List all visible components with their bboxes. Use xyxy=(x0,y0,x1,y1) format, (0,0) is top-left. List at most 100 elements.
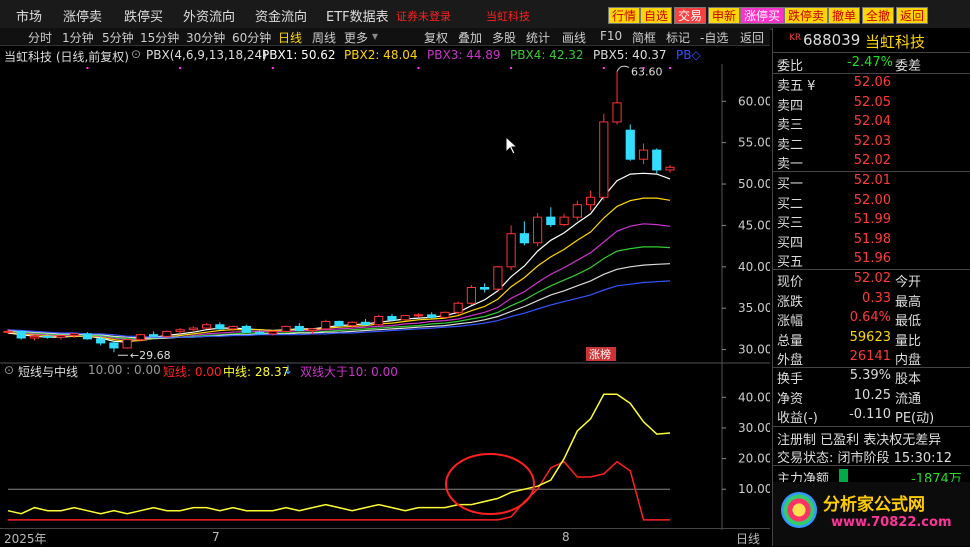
btn-return-top[interactable]: 返回 xyxy=(896,7,929,24)
sub-indicator-panel xyxy=(7,393,671,521)
fin-0-label2: 股本 xyxy=(895,372,922,387)
btn-quote[interactable]: 行情 xyxy=(608,7,641,24)
candle-body-1 xyxy=(16,330,26,339)
tool-multi[interactable]: 多股 xyxy=(492,29,516,46)
mouse-cursor-icon xyxy=(505,136,519,155)
candle-body-11 xyxy=(149,334,159,337)
period-more[interactable]: 更多 xyxy=(344,29,368,46)
bid-2-label: 买二 xyxy=(777,196,804,212)
kline-chart[interactable]: 60.00 55.00 50.00 45.00 40.00 35.00 30.00 40.00… xyxy=(0,64,770,530)
candle-body-5 xyxy=(69,333,79,337)
quote-1-value: 0.33 xyxy=(862,290,891,306)
btn-trade[interactable]: 交易 xyxy=(674,7,707,24)
login-notice[interactable]: 证券未登录 xyxy=(396,8,451,24)
top-marker-3 xyxy=(417,67,420,69)
btn-cancel-all[interactable]: 全撤 xyxy=(862,7,895,24)
tool-remove-watch[interactable]: -自选 xyxy=(700,29,728,46)
candle-body-28 xyxy=(374,315,384,326)
bid-4-value: 51.98 xyxy=(853,231,891,247)
high-pointer xyxy=(616,65,630,72)
y-sub-tick-1: 30.00 xyxy=(738,421,770,435)
trade-status: 交易状态: 闭市阶段 15:30:12 xyxy=(777,451,953,466)
top-menu-bar: 市场 涨停卖 跌停买 外资流向 资金流向 ETF数据表 证券未登录 当虹科技 行… xyxy=(0,0,970,30)
tool-mark[interactable]: 标记 xyxy=(666,29,690,46)
candle-body-29 xyxy=(387,315,397,321)
ask-1-label: 卖一 xyxy=(777,157,804,172)
candle-body-45 xyxy=(599,121,609,198)
registration-info: 注册制 已盈利 表决权无差异 xyxy=(777,433,942,448)
quote-3-value: 59623 xyxy=(849,329,891,345)
menu-etf-table[interactable]: ETF数据表 xyxy=(326,6,389,25)
y-main-tick-5: 35.00 xyxy=(738,301,770,315)
period-5min[interactable]: 5分钟 xyxy=(102,29,134,46)
menu-zhangting-sell[interactable]: 涨停卖 xyxy=(63,6,102,25)
watermark-url: www.70822.com xyxy=(831,515,952,530)
menu-foreign-flow[interactable]: 外资流向 xyxy=(183,6,235,25)
btn-dieting-sell[interactable]: 跌停卖 xyxy=(784,7,829,24)
indicator-settings-icon[interactable]: ⊙ xyxy=(131,47,141,61)
menu-fund-flow[interactable]: 资金流向 xyxy=(255,6,307,25)
board-prefix: KR xyxy=(789,33,802,43)
candle-body-35 xyxy=(466,287,477,304)
candle-body-46 xyxy=(612,102,622,123)
period-fenshi[interactable]: 分时 xyxy=(28,29,52,46)
tool-fuquan[interactable]: 复权 xyxy=(424,29,448,46)
ask-2-value: 52.03 xyxy=(853,133,891,149)
candle-body-21 xyxy=(281,325,291,332)
bid-1-value: 52.01 xyxy=(853,173,891,188)
period-1min[interactable]: 1分钟 xyxy=(62,29,94,46)
y-main-tick-3: 45.00 xyxy=(738,218,770,232)
candle-body-24 xyxy=(321,320,331,330)
fin-1-label: 净资 xyxy=(777,391,804,407)
chevron-down-icon[interactable]: ▾ xyxy=(372,29,378,43)
x-label-month-8: 8 xyxy=(562,530,570,544)
tool-simple-frame[interactable]: 简框 xyxy=(632,29,656,46)
menu-dieting-buy[interactable]: 跌停买 xyxy=(124,6,163,25)
y-sub-tick-3: 10.00 xyxy=(738,482,770,496)
indicator-params[interactable]: PBX(4,6,9,13,18,24) xyxy=(146,48,267,62)
btn-ipo[interactable]: 申新 xyxy=(708,7,741,24)
btn-zhangting-buy[interactable]: 涨停买 xyxy=(740,7,785,24)
candle-body-14 xyxy=(188,327,198,331)
tool-draw[interactable]: 画线 xyxy=(562,29,586,46)
period-weekly[interactable]: 周线 xyxy=(312,29,336,46)
btn-watchlist[interactable]: 自选 xyxy=(640,7,673,24)
candle-body-34 xyxy=(453,302,463,313)
top-stock-name: 当虹科技 xyxy=(486,10,530,23)
x-label-year: 2025年 xyxy=(4,532,47,546)
ask-5-value: 52.06 xyxy=(853,75,891,90)
period-15min[interactable]: 15分钟 xyxy=(140,29,179,46)
quote-4-label: 外盘 xyxy=(777,353,804,368)
quote-1-label2: 最高 xyxy=(895,294,922,310)
candlesticks xyxy=(3,71,675,353)
period-daily[interactable]: 日线 xyxy=(278,29,302,46)
sub-indicator-params: 10.00 : 0.00 xyxy=(88,363,161,377)
tool-return[interactable]: 返回 xyxy=(740,29,764,46)
pbx-lines xyxy=(7,172,671,343)
ask-1-value: 52.02 xyxy=(853,153,891,168)
ask-4-value: 52.05 xyxy=(853,94,891,110)
tool-f10[interactable]: F10 xyxy=(600,29,622,43)
period-30min[interactable]: 30分钟 xyxy=(186,29,225,46)
sub-indicator-name[interactable]: 短线与中线 xyxy=(18,363,78,380)
pbx2-value: PBX2: 48.04 xyxy=(344,48,418,62)
period-60min[interactable]: 60分钟 xyxy=(232,29,271,46)
quote-4-label2: 内盘 xyxy=(895,353,922,368)
chart-grid xyxy=(0,64,770,530)
candle-body-50 xyxy=(665,166,675,171)
tool-stats[interactable]: 统计 xyxy=(526,29,550,46)
sub-line-short xyxy=(8,460,670,521)
pbx-line-pbx2 xyxy=(7,197,671,342)
candle-body-44 xyxy=(585,196,596,206)
tool-overlay[interactable]: 叠加 xyxy=(458,29,482,46)
ask-3-label: 卖三 xyxy=(777,118,804,133)
sub-settings-icon[interactable]: ⊙ xyxy=(4,363,14,377)
btn-cancel[interactable]: 撤单 xyxy=(828,7,861,24)
both-above-10-value: 双线大于10: 0.00 xyxy=(300,365,398,379)
x-axis-period[interactable]: 日线 xyxy=(736,530,760,547)
quote-3-label2: 量比 xyxy=(895,333,922,349)
quote-2-label: 涨幅 xyxy=(777,314,804,329)
menu-market[interactable]: 市场 xyxy=(16,6,42,25)
weicha-label: 委差 xyxy=(895,59,922,74)
bid-4-label: 买四 xyxy=(777,235,804,251)
